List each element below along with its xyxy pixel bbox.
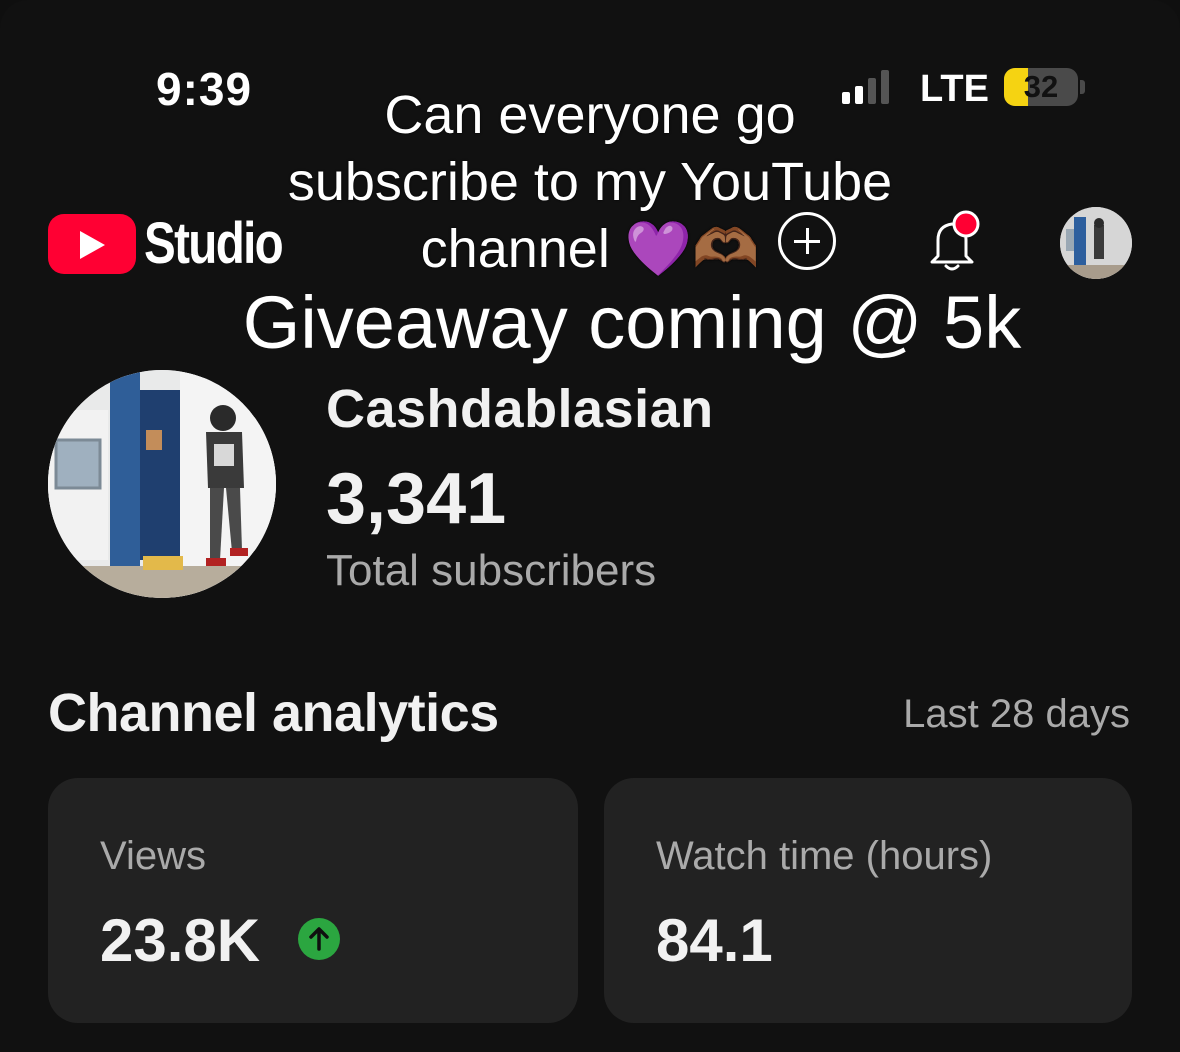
watch-time-value: 84.1 (656, 907, 773, 974)
caption-line-2: subscribe to my YouTube (287, 152, 893, 212)
views-label: Views (100, 834, 206, 878)
giveaway-caption: Giveaway coming @ 5k (242, 281, 1022, 364)
channel-analytics-title: Channel analytics (48, 683, 499, 743)
app-screen: 9:39 LTE 32 Studio Can everyone go subsc… (0, 0, 1180, 1052)
battery-percent: 32 (1023, 69, 1059, 104)
caption-line-1: Can everyone go (384, 85, 796, 145)
account-avatar-image (1060, 207, 1132, 279)
channel-avatar[interactable] (48, 370, 276, 598)
analytics-date-range: Last 28 days (903, 692, 1130, 736)
channel-name: Cashdablasian (326, 379, 714, 439)
youtube-logo-icon[interactable] (48, 214, 136, 274)
caption-line-3: channel 💜🫶🏾 (420, 219, 760, 279)
subscriber-label: Total subscribers (326, 546, 657, 595)
trend-up-icon (298, 918, 340, 960)
subscriber-count: 3,341 (326, 459, 507, 539)
battery-tip (1080, 80, 1085, 94)
views-value: 23.8K (100, 907, 261, 974)
views-card[interactable]: Views 23.8K (48, 778, 578, 1023)
account-avatar[interactable] (1060, 207, 1132, 279)
play-icon (80, 231, 105, 259)
watch-time-card[interactable]: Watch time (hours) 84.1 (604, 778, 1132, 1023)
channel-avatar-image (48, 370, 276, 598)
battery-icon: 32 (1004, 68, 1078, 106)
story-caption: Can everyone go subscribe to my YouTube … (200, 82, 980, 283)
watch-time-label: Watch time (hours) (656, 834, 993, 878)
